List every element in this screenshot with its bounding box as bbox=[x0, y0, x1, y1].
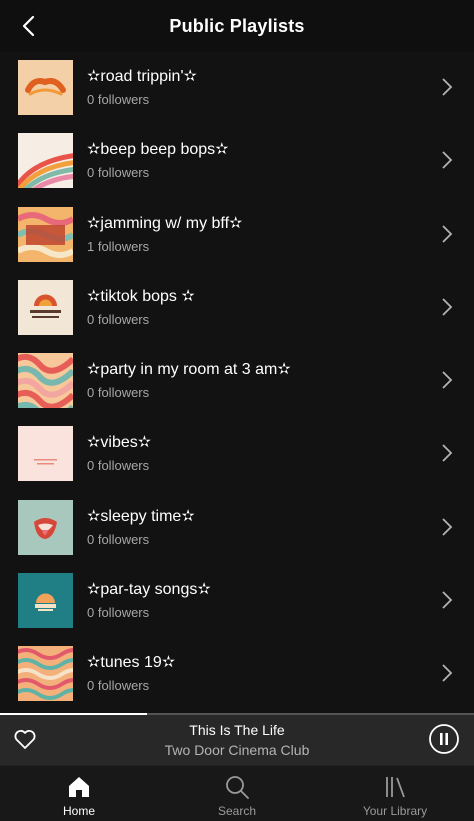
tab-home[interactable]: Home bbox=[0, 766, 158, 821]
playlist-followers: 0 followers bbox=[87, 165, 150, 181]
playlist-cover-teal-logo bbox=[18, 573, 73, 629]
playlist-title: ✫tiktok bops ✫ bbox=[87, 287, 195, 305]
chevron-right-icon bbox=[442, 664, 453, 683]
chevron-right-icon bbox=[442, 518, 453, 536]
playlist-cover-pattern bbox=[18, 646, 73, 702]
playlist-row[interactable]: ✫par-tay songs✫ 0 followers bbox=[0, 565, 474, 638]
search-icon bbox=[226, 776, 249, 799]
chevron-right-icon bbox=[442, 298, 453, 316]
playlist-cover-radiate-positivity bbox=[18, 279, 73, 335]
now-playing-bar[interactable]: This Is The Life Two Door Cinema Club bbox=[0, 713, 474, 765]
playlist-cover-groovy bbox=[18, 60, 73, 115]
playlist-cover-waves bbox=[18, 353, 73, 409]
playlist-row[interactable]: ✫beep beep bops✫ 0 followers bbox=[0, 125, 474, 198]
playlist-row[interactable]: ✫party in my room at 3 am✫ 0 followers bbox=[0, 345, 474, 418]
chevron-left-icon bbox=[22, 15, 35, 37]
tab-label: Search bbox=[217, 804, 257, 818]
playlist-row[interactable]: ✫vibes✫ 0 followers bbox=[0, 418, 474, 491]
playlist-cover-lips bbox=[18, 499, 73, 555]
tab-bar: Home Search Your Library bbox=[0, 765, 474, 821]
track-artist: Two Door Cinema Club bbox=[164, 742, 310, 758]
heart-icon[interactable] bbox=[12, 726, 38, 752]
playlist-title: ✫sleepy time✫ bbox=[87, 507, 195, 525]
chevron-right-icon bbox=[442, 151, 453, 169]
back-button[interactable] bbox=[14, 12, 42, 40]
playlist-followers: 0 followers bbox=[87, 311, 150, 327]
home-icon bbox=[69, 777, 89, 797]
playlist-title: ✫vibes✫ bbox=[87, 434, 152, 452]
playlist-cover-go-crazy bbox=[18, 206, 73, 262]
playlist-followers: 0 followers bbox=[87, 678, 150, 694]
playlist-title: ✫par-tay songs✫ bbox=[87, 581, 211, 599]
playlist-followers: 0 followers bbox=[87, 458, 150, 474]
playlist-row[interactable]: ✫tiktok bops ✫ 0 followers bbox=[0, 272, 474, 345]
tab-label: Home bbox=[62, 804, 95, 818]
header-bar: Public Playlists bbox=[0, 0, 474, 52]
page-title: Public Playlists bbox=[169, 15, 305, 36]
chevron-right-icon bbox=[442, 224, 453, 243]
playlist-row[interactable]: ✫road trippin'✫ 0 followers bbox=[0, 52, 474, 125]
chevron-right-icon bbox=[442, 78, 453, 96]
chevron-right-icon bbox=[442, 444, 453, 463]
playlist-cover-rainbow bbox=[18, 133, 73, 189]
playlist-title: ✫party in my room at 3 am✫ bbox=[87, 361, 291, 379]
playlist-followers: 0 followers bbox=[87, 92, 150, 107]
progress-fill bbox=[0, 713, 147, 715]
chevron-right-icon bbox=[442, 591, 453, 609]
library-icon bbox=[386, 777, 405, 798]
tab-label: Your Library bbox=[362, 804, 428, 818]
chevron-right-icon bbox=[442, 371, 453, 389]
playlist-title: ✫jamming w/ my bff✫ bbox=[87, 214, 243, 232]
tab-your-library[interactable]: Your Library bbox=[316, 766, 474, 821]
playlist-title: ✫beep beep bops✫ bbox=[87, 141, 229, 159]
track-title: This Is The Life bbox=[189, 722, 285, 738]
progress-track bbox=[0, 713, 474, 715]
playlist-title: ✫road trippin'✫ bbox=[87, 68, 197, 85]
playlist-row[interactable]: ✫tunes 19✫ 0 followers bbox=[0, 638, 474, 711]
playlist-row[interactable]: ✫sleepy time✫ 0 followers bbox=[0, 492, 474, 565]
playlist-followers: 0 followers bbox=[87, 605, 150, 621]
track-info[interactable]: This Is The Life Two Door Cinema Club bbox=[100, 722, 374, 758]
playlist-followers: 0 followers bbox=[87, 385, 150, 401]
playlist-row[interactable]: ✫jamming w/ my bff✫ 1 followers bbox=[0, 199, 474, 272]
pause-icon[interactable] bbox=[428, 723, 460, 755]
playlist-followers: 1 followers bbox=[87, 238, 150, 254]
playlist-list: ✫road trippin'✫ 0 followers ✫beep beep b… bbox=[0, 52, 474, 712]
tab-search[interactable]: Search bbox=[158, 766, 316, 821]
playlist-cover-pink-text bbox=[18, 426, 73, 482]
playlist-title: ✫tunes 19✫ bbox=[87, 654, 176, 672]
playlist-followers: 0 followers bbox=[87, 531, 150, 547]
